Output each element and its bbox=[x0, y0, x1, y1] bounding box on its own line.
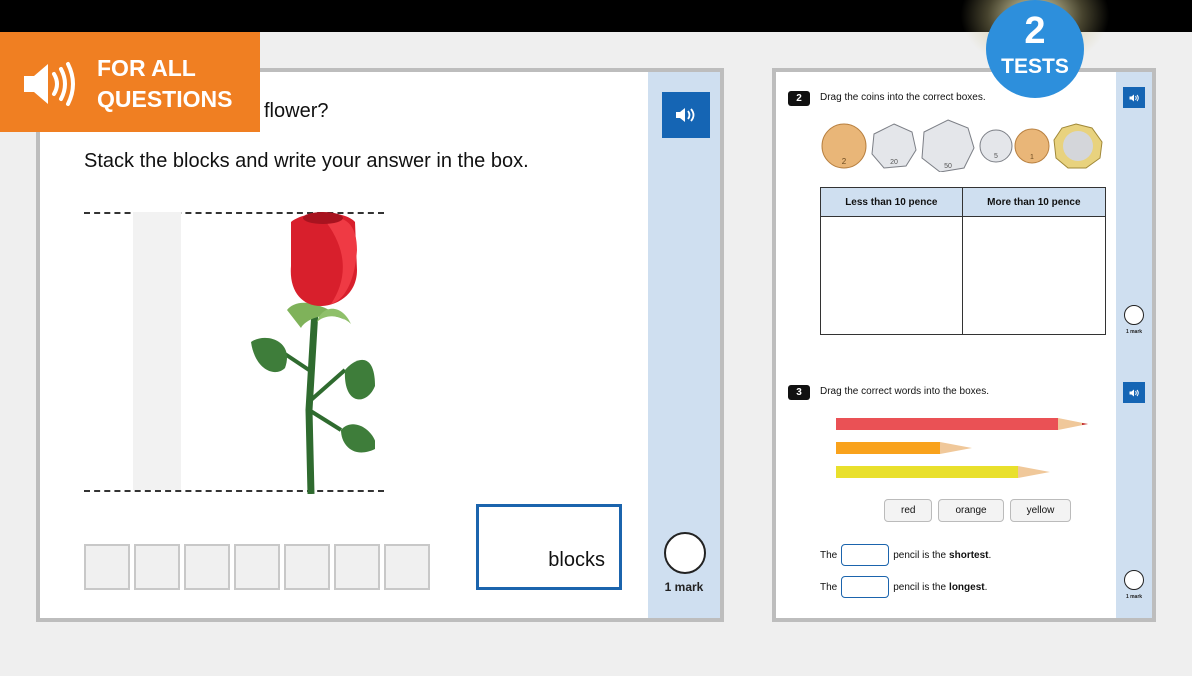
question-panel-right: 2 Drag the coins into the correct boxes.… bbox=[772, 68, 1156, 622]
mark-circle-q3[interactable] bbox=[1124, 570, 1144, 590]
pencil-yellow bbox=[836, 466, 1050, 478]
word-chip-red[interactable]: red bbox=[884, 499, 933, 522]
coin-row: 2 20 50 5 1 bbox=[821, 119, 1103, 172]
answer-box: blocks bbox=[476, 504, 622, 590]
banner-text: FOR ALL QUESTIONS bbox=[97, 53, 232, 115]
sentence-keyword: longest bbox=[949, 581, 985, 593]
tests-label: TESTS bbox=[1001, 55, 1069, 78]
question-prompt: Drag the coins into the correct boxes. bbox=[820, 92, 986, 103]
block[interactable] bbox=[184, 544, 230, 590]
block[interactable] bbox=[384, 544, 430, 590]
sorting-table: Less than 10 pence More than 10 pence bbox=[820, 187, 1107, 335]
sentence-end: . bbox=[988, 549, 992, 561]
rose-image bbox=[251, 212, 375, 494]
audio-button[interactable] bbox=[662, 92, 710, 138]
block[interactable] bbox=[334, 544, 380, 590]
drop-box-longest[interactable] bbox=[841, 576, 890, 598]
question-title: flower? bbox=[264, 100, 329, 122]
pencils-image bbox=[836, 418, 1088, 478]
tests-count-badge: 2 TESTS bbox=[986, 0, 1084, 98]
svg-text:2: 2 bbox=[842, 157, 847, 166]
block[interactable] bbox=[284, 544, 330, 590]
word-chip-yellow[interactable]: yellow bbox=[1009, 499, 1072, 522]
drop-zone-less[interactable] bbox=[820, 216, 963, 335]
block-row bbox=[84, 544, 430, 590]
coin-1p[interactable]: 1 bbox=[1014, 128, 1050, 164]
speaker-icon bbox=[24, 62, 75, 106]
block[interactable] bbox=[234, 544, 280, 590]
sentence-suffix: pencil is the bbox=[893, 549, 947, 561]
tests-count: 2 bbox=[1024, 10, 1046, 52]
table-header-more: More than 10 pence bbox=[961, 187, 1107, 217]
drop-zone-more[interactable] bbox=[961, 216, 1107, 335]
coin-2p[interactable]: 2 bbox=[821, 123, 867, 169]
table-header-less: Less than 10 pence bbox=[820, 187, 963, 217]
audio-button-q2[interactable] bbox=[1123, 87, 1145, 108]
question-instruction: Stack the blocks and write your answer i… bbox=[84, 150, 529, 172]
word-bank: red orange yellow bbox=[884, 499, 1072, 522]
speaker-icon bbox=[1129, 389, 1139, 396]
sentence-end: . bbox=[984, 581, 988, 593]
banner-line-1: FOR ALL bbox=[97, 55, 196, 81]
mark-label: 1 mark bbox=[664, 580, 704, 594]
mark-label: 1 mark bbox=[1125, 594, 1143, 600]
audio-button-q3[interactable] bbox=[1123, 382, 1145, 403]
sentence-prefix: The bbox=[820, 549, 838, 561]
sentence-prefix: The bbox=[820, 581, 838, 593]
block-stack-area[interactable] bbox=[133, 212, 181, 490]
question-number-badge: 2 bbox=[788, 91, 810, 106]
speaker-icon bbox=[676, 108, 695, 122]
answer-input[interactable] bbox=[479, 507, 619, 587]
block[interactable] bbox=[84, 544, 130, 590]
pencil-red bbox=[836, 418, 1088, 430]
mark-circle-q2[interactable] bbox=[1124, 305, 1144, 325]
answer-unit-label: blocks bbox=[548, 549, 605, 571]
question-number-badge: 3 bbox=[788, 385, 810, 400]
mark-circle[interactable] bbox=[664, 532, 706, 574]
svg-text:5: 5 bbox=[994, 153, 998, 160]
sentence-shortest: The pencil is the shortest. bbox=[820, 544, 991, 566]
side-panel: 1 mark 1 mark bbox=[1116, 72, 1152, 618]
question-prompt: Drag the correct words into the boxes. bbox=[820, 386, 989, 397]
svg-text:20: 20 bbox=[890, 159, 898, 166]
coin-1-pound[interactable] bbox=[1053, 123, 1103, 169]
coin-50p[interactable]: 50 bbox=[921, 119, 975, 172]
word-chip-orange[interactable]: orange bbox=[938, 499, 1004, 522]
coin-5p[interactable]: 5 bbox=[979, 129, 1013, 163]
audio-for-all-banner[interactable]: FOR ALL QUESTIONS bbox=[0, 32, 260, 132]
svg-text:1: 1 bbox=[1030, 154, 1034, 161]
block[interactable] bbox=[134, 544, 180, 590]
svg-text:50: 50 bbox=[944, 163, 952, 170]
banner-line-2: QUESTIONS bbox=[97, 86, 233, 112]
pencil-orange bbox=[836, 442, 972, 454]
sentence-keyword: shortest bbox=[949, 549, 989, 561]
speaker-icon bbox=[1129, 94, 1139, 101]
drop-box-shortest[interactable] bbox=[841, 544, 890, 566]
sentence-longest: The pencil is the longest. bbox=[820, 576, 987, 598]
mark-label: 1 mark bbox=[1125, 329, 1143, 335]
side-panel: 1 mark bbox=[648, 72, 720, 618]
sentence-suffix: pencil is the bbox=[893, 581, 947, 593]
coin-20p[interactable]: 20 bbox=[871, 123, 917, 169]
question-panel-left: flower? Stack the blocks and write your … bbox=[36, 68, 724, 622]
